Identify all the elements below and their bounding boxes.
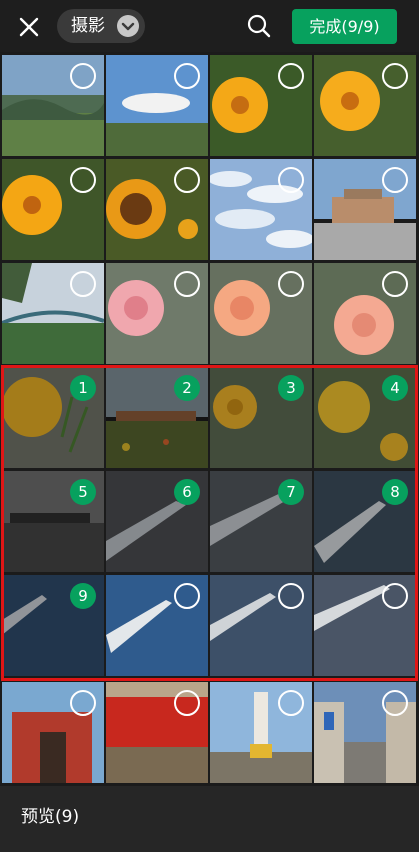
selection-number-badge[interactable]: 5 [70, 479, 96, 505]
close-icon [19, 17, 39, 37]
selection-number-badge[interactable]: 1 [70, 375, 96, 401]
photo-cell[interactable] [106, 682, 208, 783]
select-circle[interactable] [278, 167, 304, 193]
select-circle[interactable] [382, 167, 408, 193]
selection-number-badge[interactable]: 7 [278, 479, 304, 505]
selection-number-badge[interactable]: 8 [382, 479, 408, 505]
search-button[interactable] [246, 13, 272, 39]
photo-cell[interactable] [210, 682, 312, 783]
photo-cell[interactable]: 5 [2, 471, 104, 572]
album-selector[interactable]: 摄影 [57, 9, 145, 43]
photo-cell[interactable] [210, 575, 312, 676]
select-circle[interactable] [382, 583, 408, 609]
selection-number-badge[interactable]: 4 [382, 375, 408, 401]
photo-cell[interactable] [2, 55, 104, 156]
photo-cell[interactable]: 6 [106, 471, 208, 572]
select-circle[interactable] [278, 690, 304, 716]
selection-number-badge[interactable]: 2 [174, 375, 200, 401]
select-circle[interactable] [174, 63, 200, 89]
photo-cell[interactable] [2, 682, 104, 783]
select-circle[interactable] [278, 271, 304, 297]
close-button[interactable] [14, 12, 44, 42]
photo-cell[interactable]: 3 [210, 367, 312, 468]
selection-number-badge[interactable]: 6 [174, 479, 200, 505]
photo-cell[interactable] [314, 263, 416, 364]
select-circle[interactable] [382, 271, 408, 297]
photo-cell[interactable] [314, 682, 416, 783]
photo-cell[interactable]: 7 [210, 471, 312, 572]
photo-cell[interactable] [2, 263, 104, 364]
bottom-bar: 预览(9) [0, 786, 419, 852]
photo-grid: 1 2 3 4 5 6 7 8 9 [0, 52, 419, 786]
select-circle[interactable] [278, 583, 304, 609]
album-label: 摄影 [71, 16, 105, 36]
photo-cell[interactable] [106, 55, 208, 156]
top-bar: 摄影 完成(9/9) [0, 0, 419, 52]
preview-button[interactable]: 预览(9) [21, 806, 79, 828]
done-button[interactable]: 完成(9/9) [292, 9, 397, 44]
photo-picker-screen: 摄影 完成(9/9) 1 2 3 4 5 6 7 8 9 预览(9) [0, 0, 419, 852]
photo-cell[interactable]: 9 [2, 575, 104, 676]
photo-cell[interactable] [210, 55, 312, 156]
photo-cell[interactable] [210, 263, 312, 364]
select-circle[interactable] [174, 271, 200, 297]
photo-cell[interactable]: 2 [106, 367, 208, 468]
select-circle[interactable] [174, 167, 200, 193]
select-circle[interactable] [174, 690, 200, 716]
selection-number-badge[interactable]: 3 [278, 375, 304, 401]
photo-cell[interactable]: 4 [314, 367, 416, 468]
photo-cell[interactable] [106, 263, 208, 364]
photo-cell[interactable] [314, 575, 416, 676]
select-circle[interactable] [174, 583, 200, 609]
select-circle[interactable] [278, 63, 304, 89]
chevron-down-icon [121, 22, 135, 31]
photo-cell[interactable]: 1 [2, 367, 104, 468]
select-circle[interactable] [70, 63, 96, 89]
dropdown-indicator [117, 15, 139, 37]
select-circle[interactable] [70, 690, 96, 716]
photo-cell[interactable] [210, 159, 312, 260]
photo-cell[interactable] [2, 159, 104, 260]
photo-cell[interactable]: 8 [314, 471, 416, 572]
select-circle[interactable] [382, 63, 408, 89]
photo-cell[interactable] [314, 55, 416, 156]
photo-cell[interactable] [106, 159, 208, 260]
select-circle[interactable] [70, 271, 96, 297]
search-icon [247, 14, 271, 38]
photo-cell[interactable] [314, 159, 416, 260]
selection-number-badge[interactable]: 9 [70, 583, 96, 609]
select-circle[interactable] [382, 690, 408, 716]
photo-cell[interactable] [106, 575, 208, 676]
select-circle[interactable] [70, 167, 96, 193]
